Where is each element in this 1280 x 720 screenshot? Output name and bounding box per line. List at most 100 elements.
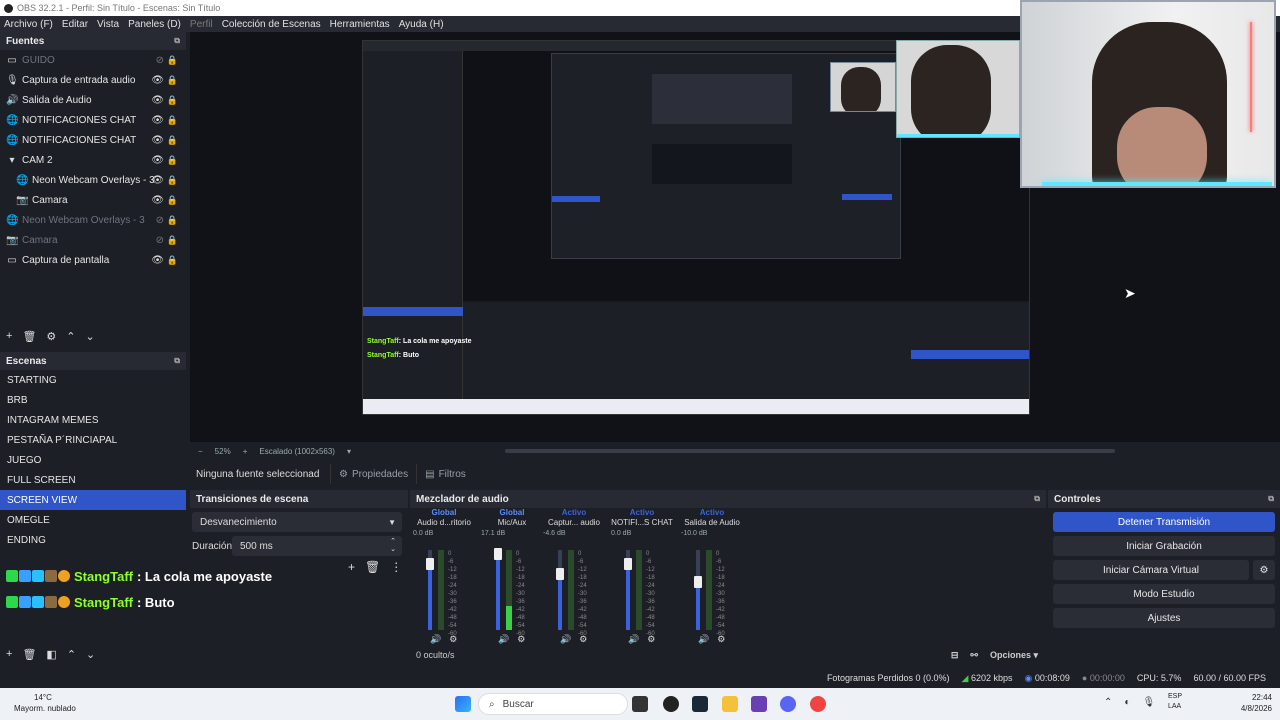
speaker-icon[interactable]: 🔊 [698,634,709,645]
more-icon[interactable]: ⋮ [390,560,402,574]
gear-icon[interactable]: ⚙ [46,330,56,346]
fader-knob[interactable] [426,558,434,571]
start-virtual-camera-button[interactable]: Iniciar Cámara Virtual [1053,560,1249,580]
settings-button[interactable]: Ajustes [1053,608,1275,628]
eye-icon[interactable]: 👁 [151,115,164,126]
menu-item[interactable]: Herramientas [330,19,390,30]
file-explorer-icon[interactable] [722,696,738,712]
channel-name[interactable]: Mic/Aux [478,518,546,530]
app-icon[interactable] [751,696,767,712]
scene-item[interactable]: OMEGLE [0,510,186,530]
undock-icon[interactable]: ⧉ [174,356,180,366]
scene-item[interactable]: ENDING [0,530,186,550]
scene-item[interactable]: INTAGRAM MEMES [0,410,186,430]
task-view-icon[interactable] [632,696,648,712]
source-item[interactable]: 🌐 Neon Webcam Overlays - 3 👁 🔒 [0,170,186,190]
source-item[interactable]: ▾ CAM 2 👁 🔒 [0,150,186,170]
taskbar-search[interactable]: ⌕ Buscar [478,693,628,715]
source-item[interactable]: 📷 Camara 👁 🔒 [0,190,186,210]
fader-knob[interactable] [494,548,502,560]
volume-fader[interactable] [496,550,500,630]
tray-app-icon[interactable]: ◐ [1124,697,1130,708]
chevron-up-icon[interactable]: ⌃ [1104,697,1112,708]
eye-slash-icon[interactable]: ⊘ [156,215,164,226]
channel-name[interactable]: Salida de Audio [678,518,746,530]
eye-icon[interactable]: 👁 [151,255,164,266]
discord-icon[interactable] [780,696,796,712]
duration-field[interactable]: 500 ms ⌃ ⌄ [232,536,402,556]
move-down-icon[interactable]: ⌄ [86,648,95,662]
trash-icon[interactable]: 🗑 [22,648,36,662]
options-button[interactable]: Opciones ▾ [990,650,1038,661]
channel-name[interactable]: Audio d...ritorio [410,518,478,530]
eye-icon[interactable]: 👁 [151,155,164,166]
link-icon[interactable]: ⚯ [970,650,978,661]
stepper-icon[interactable]: ⌃ ⌄ [390,538,396,554]
source-item[interactable]: ▭ GUIDO ⊘ 🔒 [0,50,186,70]
start-recording-button[interactable]: Iniciar Grabación [1053,536,1275,556]
eye-icon[interactable]: 👁 [151,95,164,106]
eye-icon[interactable]: 👁 [151,175,164,186]
source-item[interactable]: 📷 Camara ⊘ 🔒 [0,230,186,250]
menu-item[interactable]: Vista [97,19,119,30]
chrome-icon[interactable] [810,696,826,712]
transition-select[interactable]: Desvanecimiento ▼ [192,512,402,532]
scene-item[interactable]: SCREEN VIEW [0,490,186,510]
preview-scrollbar[interactable] [505,449,1115,453]
add-icon[interactable]: + [348,560,355,574]
move-up-icon[interactable]: ⌃ [66,330,75,346]
settings-icon[interactable]: ⚙ [717,634,725,645]
source-item[interactable]: 🎙 Captura de entrada audio 👁 🔒 [0,70,186,90]
lock-icon[interactable]: 🔒 [167,175,178,186]
speaker-icon[interactable]: 🔊 [628,634,639,645]
obs-app-icon[interactable] [663,696,679,712]
source-item[interactable]: 🌐 NOTIFICACIONES CHAT 👁 🔒 [0,110,186,130]
fader-knob[interactable] [694,576,702,588]
scene-item[interactable]: STARTING [0,370,186,390]
menu-item[interactable]: Ayuda (H) [399,19,444,30]
menu-item[interactable]: Perfil [190,19,213,30]
settings-icon[interactable]: ⚙ [517,634,525,645]
stop-stream-button[interactable]: Detener Transmisión [1053,512,1275,532]
eye-slash-icon[interactable]: ⊘ [156,235,164,246]
mic-icon[interactable]: 🎙 [1142,697,1155,708]
source-item[interactable]: 🔊 Salida de Audio 👁 🔒 [0,90,186,110]
eye-icon[interactable]: 👁 [151,195,164,206]
scene-item[interactable]: FULL SCREEN [0,470,186,490]
menu-item[interactable]: Paneles (D) [128,19,181,30]
webcam-source[interactable] [1020,0,1276,188]
lock-icon[interactable]: 🔒 [167,255,178,266]
volume-fader[interactable] [558,550,562,630]
scene-item[interactable]: JUEGO [0,450,186,470]
scaling-dropdown-icon[interactable]: ▾ [347,447,351,456]
channel-name[interactable]: Captur... audio [540,518,608,530]
virtual-camera-settings-gear-icon[interactable]: ⚙ [1253,560,1275,580]
trash-icon[interactable]: 🗑 [22,330,36,346]
move-down-icon[interactable]: ⌄ [86,330,95,346]
lock-icon[interactable]: 🔒 [167,135,178,146]
undock-icon[interactable]: ⧉ [174,36,180,46]
menu-item[interactable]: Editar [62,19,88,30]
trash-icon[interactable]: 🗑 [365,560,380,574]
eye-slash-icon[interactable]: ⊘ [156,55,164,66]
menu-item[interactable]: Archivo (F) [4,19,53,30]
lock-icon[interactable]: 🔒 [167,55,178,66]
fader-knob[interactable] [624,558,632,571]
add-icon[interactable]: + [6,648,12,662]
undock-icon[interactable]: ⧉ [1034,494,1040,504]
lock-icon[interactable]: 🔒 [167,115,178,126]
settings-icon[interactable]: ⚙ [449,634,457,645]
source-item[interactable]: ▭ Captura de pantalla 👁 🔒 [0,250,186,270]
volume-fader[interactable] [696,550,700,630]
settings-icon[interactable]: ⚙ [647,634,655,645]
keyboard-language[interactable]: ESP LAA [1168,692,1182,712]
settings-icon[interactable]: ⚙ [579,634,587,645]
lock-icon[interactable]: 🔒 [167,215,178,226]
eye-icon[interactable]: 👁 [151,75,164,86]
speaker-icon[interactable]: 🔊 [560,634,571,645]
source-item[interactable]: 🌐 Neon Webcam Overlays - 3 ⊘ 🔒 [0,210,186,230]
move-up-icon[interactable]: ⌃ [67,648,76,662]
lock-icon[interactable]: 🔒 [167,75,178,86]
scene-item[interactable]: BRB [0,390,186,410]
undock-icon[interactable]: ⧉ [1268,494,1274,504]
